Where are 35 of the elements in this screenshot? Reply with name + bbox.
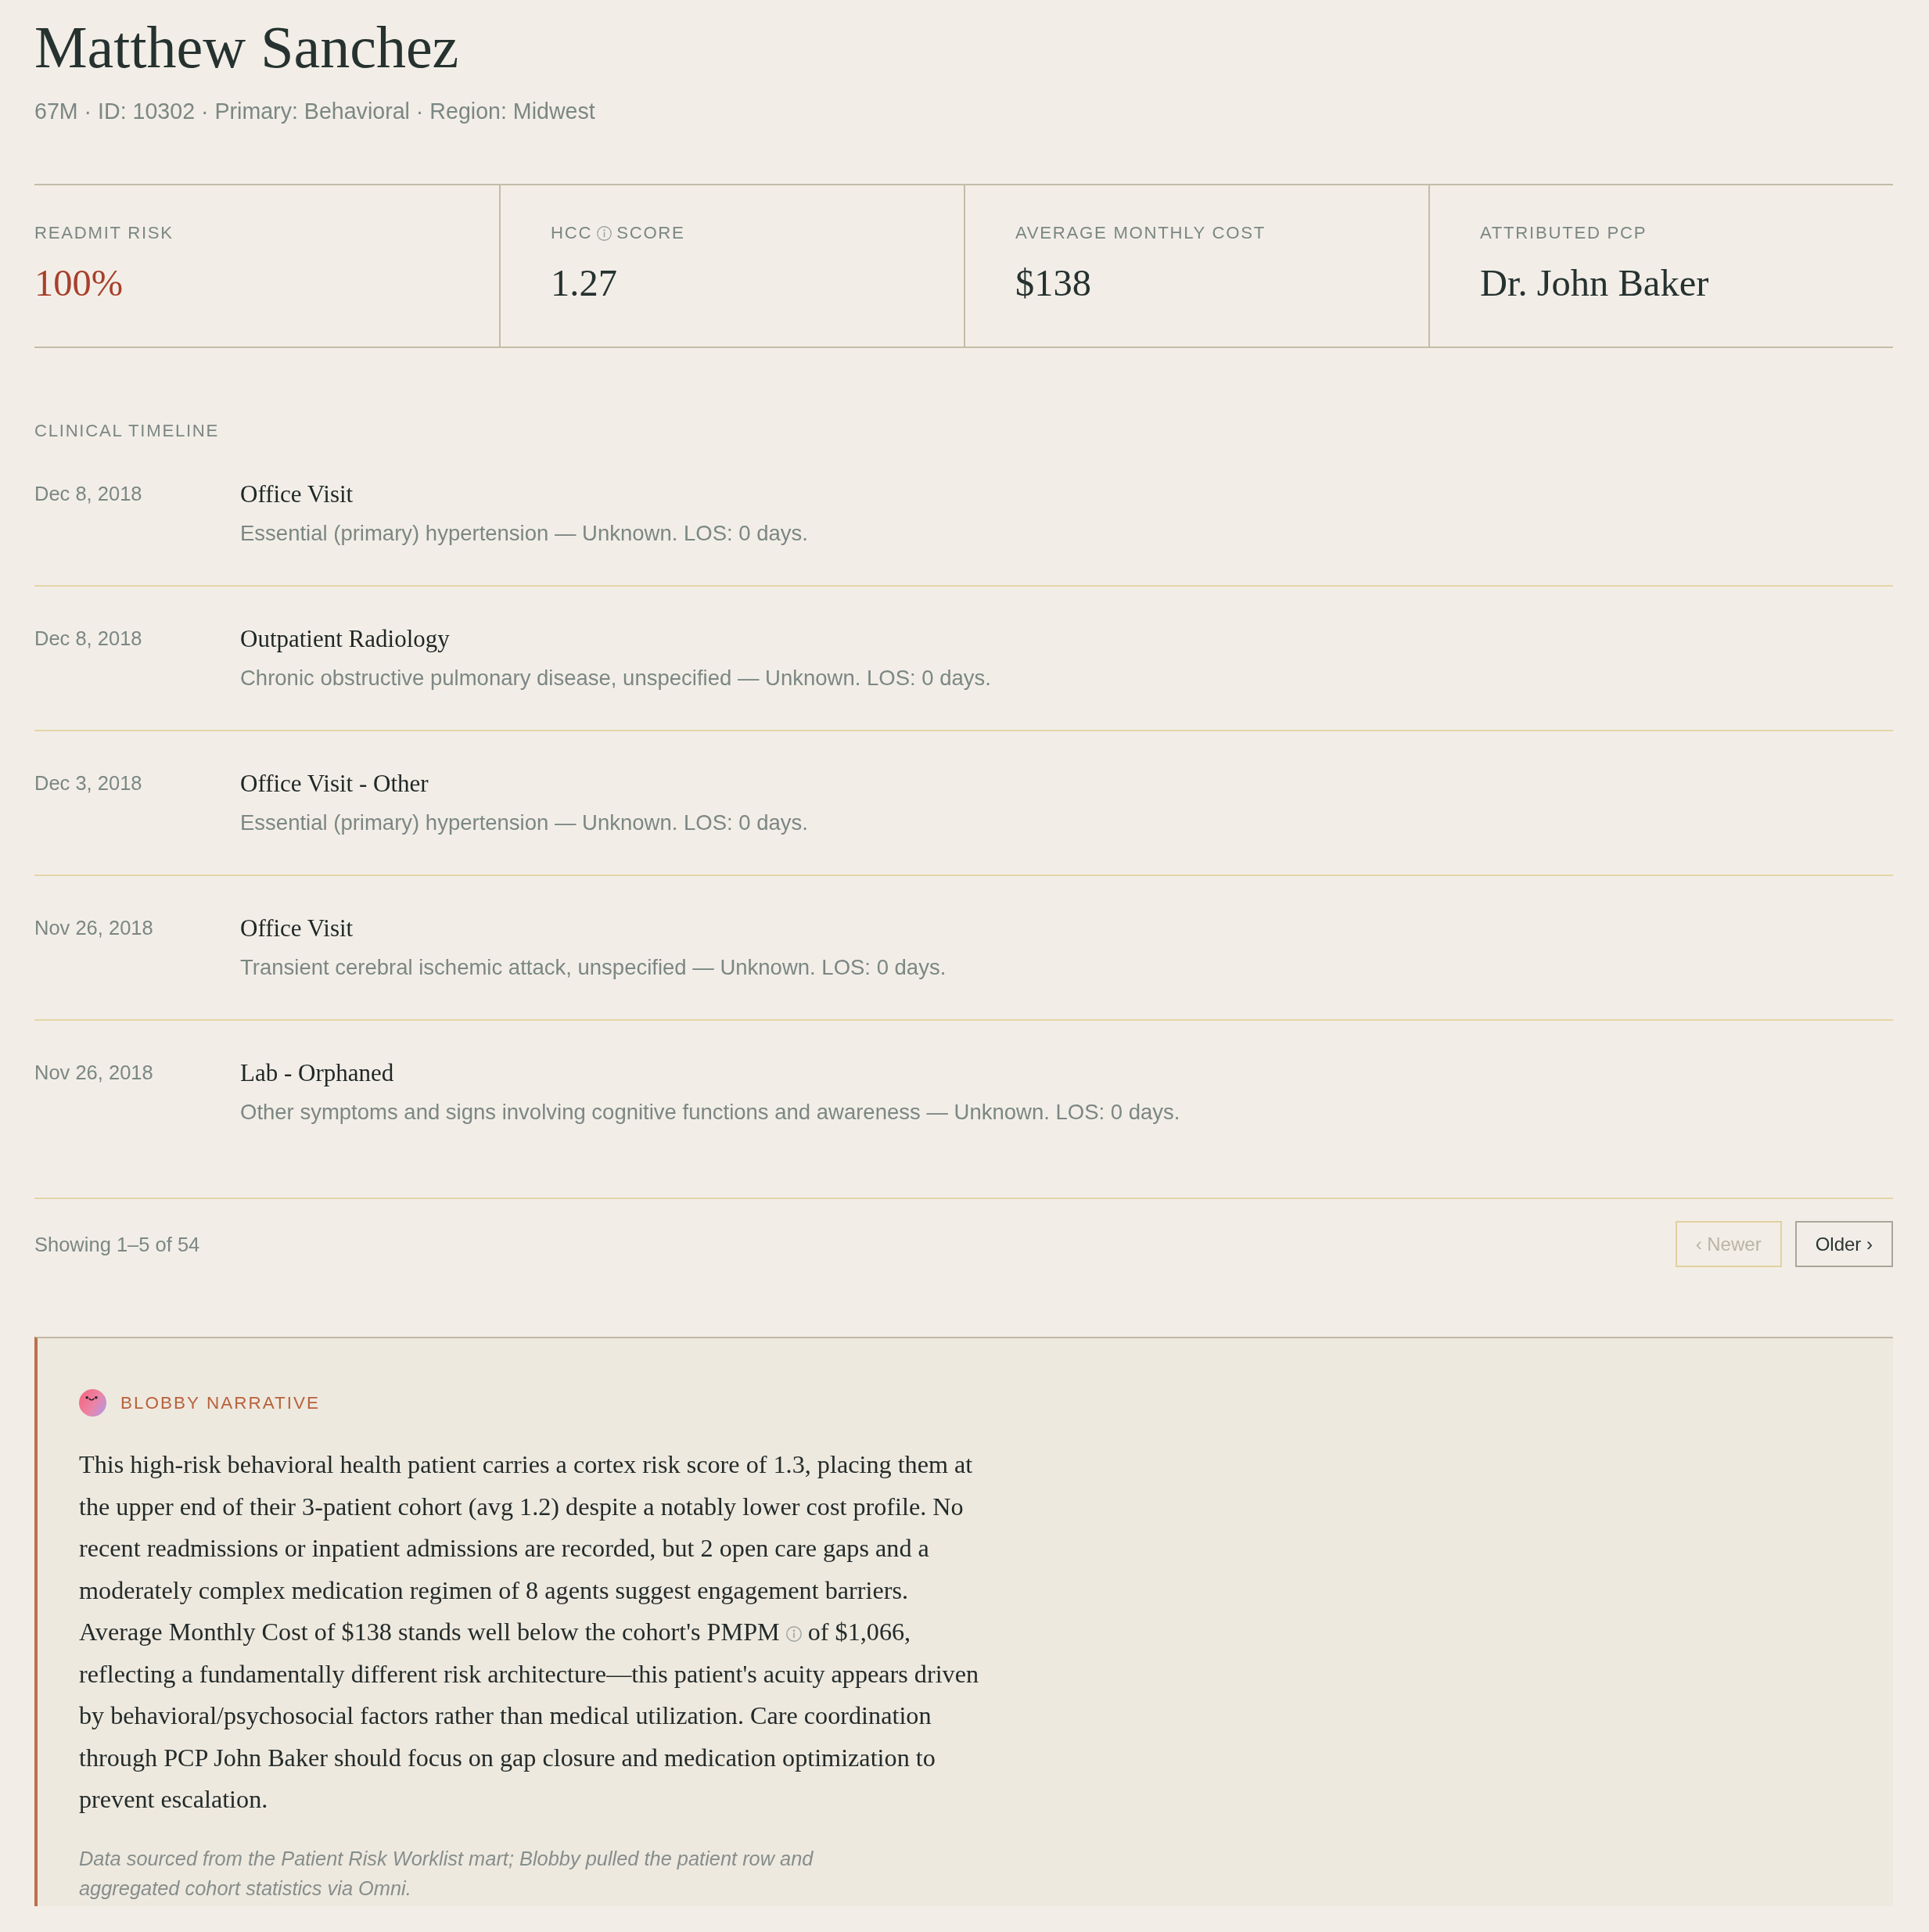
timeline-date: Dec 8, 2018 bbox=[34, 482, 143, 506]
timeline-title: Office Visit bbox=[240, 479, 354, 509]
smiley-face-icon bbox=[79, 1389, 106, 1417]
metric-value: 1.27 bbox=[551, 261, 618, 305]
metric-value: 100% bbox=[34, 261, 124, 305]
patient-summary: 67M · ID: 10302 · Primary: Behavioral · Region: Midwest bbox=[34, 98, 596, 125]
timeline-date: Dec 3, 2018 bbox=[34, 771, 143, 795]
info-icon[interactable] bbox=[597, 225, 612, 241]
section-heading: CLINICAL TIMELINE bbox=[34, 420, 221, 442]
timeline-date: Dec 8, 2018 bbox=[34, 627, 143, 651]
pagination-summary: Showing 1–5 of 54 bbox=[34, 1232, 200, 1256]
metric-label: ATTRIBUTED PCP bbox=[1480, 222, 1647, 244]
source-note: Data sourced from the Patient Risk Worklist mart; Blobby pulled the patient row and aggregated cohort statistics via Omni. bbox=[79, 1846, 814, 1901]
info-icon[interactable] bbox=[785, 1626, 802, 1642]
pagination-button[interactable]: Older › bbox=[1794, 1221, 1893, 1267]
timeline-date: Nov 26, 2018 bbox=[34, 1061, 154, 1085]
timeline-title: Lab - Orphaned bbox=[240, 1058, 395, 1088]
metric-label: AVERAGE MONTHLY COST bbox=[1015, 222, 1266, 244]
patient-name: Matthew Sanchez bbox=[34, 14, 460, 80]
timeline-title: Office Visit - Other bbox=[240, 769, 429, 799]
timeline-date: Nov 26, 2018 bbox=[34, 916, 154, 940]
metric-value: $138 bbox=[1015, 261, 1092, 305]
timeline-detail: Other symptoms and signs involving cognitive functions and awareness — Unknown. LOS: 0 days. bbox=[240, 1099, 1181, 1126]
timeline-detail: Essential (primary) hypertension — Unknown. LOS: 0 days. bbox=[240, 520, 809, 547]
timeline-title: Office Visit bbox=[240, 914, 354, 943]
timeline-detail: Transient cerebral ischemic attack, unspecified — Unknown. LOS: 0 days. bbox=[240, 954, 947, 981]
timeline-detail: Chronic obstructive pulmonary disease, unspecified — Unknown. LOS: 0 days. bbox=[240, 665, 992, 691]
timeline-detail: Essential (primary) hypertension — Unknown. LOS: 0 days. bbox=[240, 810, 809, 836]
timeline-title: Outpatient Radiology bbox=[240, 624, 451, 654]
narrative-text: This high-risk behavioral health patient carries a cortex risk score of 1.3, placing them at the upper end of their 3-patient cohort (avg 1.2) despite a notably lower cost profile. No recent readmissions or inpatient admissions are recorded, but 2 open care gaps and a moderately complex medication regimen of 8 agents suggest engagement barriers. Average Monthly Cost of $138 stands well below the cohort's PMPM of $1,066, reflecting a fundamentally different risk architecture—this patient's acuity appears driven by behavioral/psychosocial factors rather than medical utilization. Care coordination through PCP John Baker should focus on gap closure and medication optimization to prevent escalation. bbox=[79, 1449, 980, 1815]
narrative-heading: BLOBBY NARRATIVE bbox=[120, 1392, 320, 1414]
metric-label: SCORE bbox=[616, 222, 685, 244]
metric-label: HCC bbox=[551, 222, 593, 244]
metric-label: READMIT RISK bbox=[34, 222, 174, 244]
metric-value: Dr. John Baker bbox=[1480, 261, 1710, 305]
